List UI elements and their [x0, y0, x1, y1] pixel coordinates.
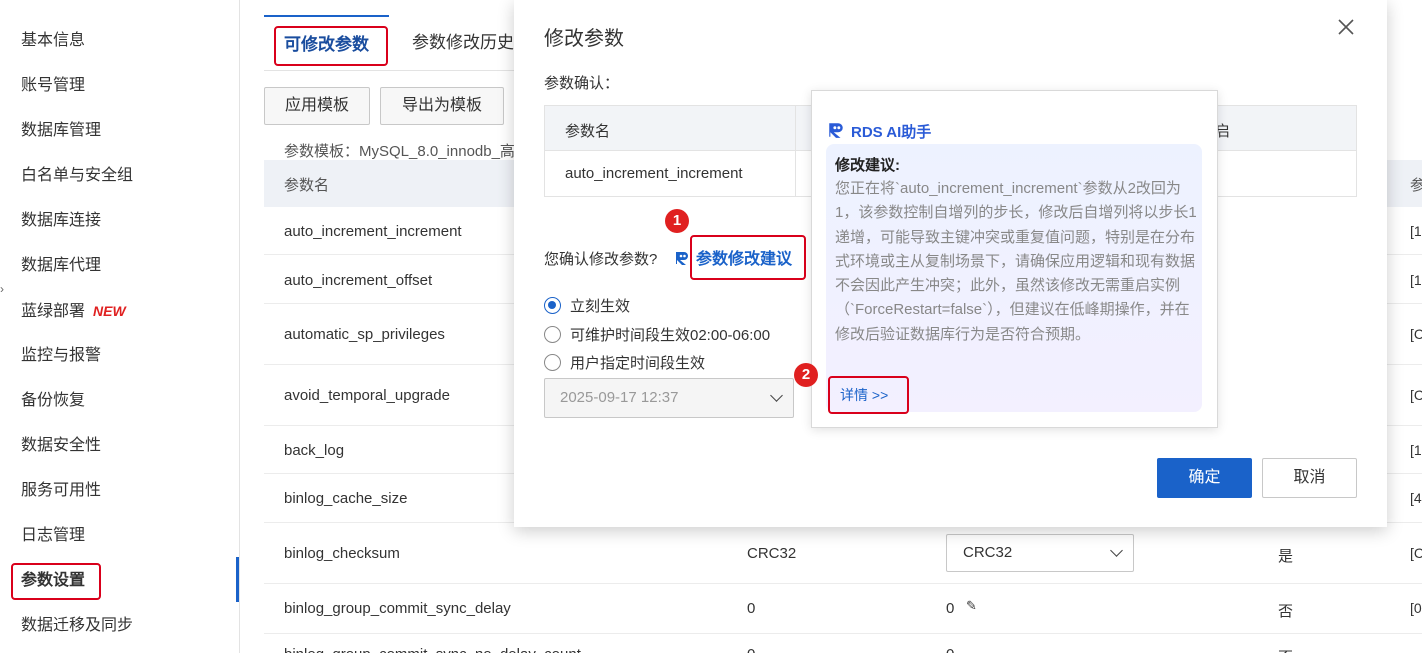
sidebar-item-label: 数据安全性 — [21, 437, 102, 454]
confirm-question: 您确认修改参数? — [544, 251, 658, 268]
chevron-down-icon — [770, 389, 783, 402]
ai-assistant-title: RDS AI助手 — [851, 124, 932, 141]
radio-unchecked-icon — [544, 354, 561, 371]
suggestion-title: 修改建议: — [835, 157, 900, 174]
radio-label: 立刻生效 — [570, 298, 631, 315]
confirm-param-value: auto_increment_increment — [565, 165, 743, 182]
datetime-value: 2025-09-17 12:37 — [560, 389, 679, 406]
sidebar-item-monitoring[interactable]: 监控与报警 — [21, 344, 101, 368]
sidebar-item-logs[interactable]: 日志管理 — [21, 524, 85, 548]
rds-ai-logo-icon — [676, 252, 688, 265]
dialog-title: 修改参数 — [544, 28, 624, 50]
ai-assistant-header: RDS AI助手 — [827, 121, 931, 142]
radio-label: 可维护时间段生效02:00-06:00 — [570, 327, 771, 344]
sidebar-item-label: 数据库连接 — [21, 212, 102, 229]
cancel-button[interactable]: 取消 — [1262, 458, 1357, 498]
sidebar-item-label: 基本信息 — [21, 32, 86, 49]
sidebar-item-databases[interactable]: 数据库管理 — [21, 119, 101, 143]
annotation-badge-1: 1 — [665, 209, 689, 233]
radio-immediate[interactable]: 立刻生效 — [544, 295, 630, 316]
sidebar-item-basic-info[interactable]: 基本信息 — [21, 29, 85, 53]
sidebar-item-label: 数据库管理 — [21, 122, 102, 139]
highlight-box-ai-link — [690, 235, 806, 280]
sidebar-item-label: 服务可用性 — [21, 482, 102, 499]
sidebar-item-label: 备份恢复 — [21, 392, 86, 409]
highlight-box-parameters — [11, 563, 101, 600]
suggestion-text: 您正在将`auto_increment_increment`参数从2改回为1，该… — [835, 180, 1197, 343]
sidebar-item-whitelist[interactable]: 白名单与安全组 — [21, 164, 133, 188]
sidebar-item-label: 蓝绿部署 — [21, 303, 86, 320]
annotation-badge-2: 2 — [794, 363, 818, 387]
col-param-name: 参数名 — [565, 123, 611, 140]
datetime-select[interactable]: 2025-09-17 12:37 — [544, 378, 794, 418]
sidebar-item-availability[interactable]: 服务可用性 — [21, 479, 101, 503]
radio-label: 用户指定时间段生效 — [570, 355, 706, 372]
confirm-label: 参数确认： — [544, 75, 620, 92]
sidebar: › 基本信息 账号管理 数据库管理 白名单与安全组 数据库连接 数据库代理 蓝绿… — [0, 0, 240, 653]
sidebar-item-blue-green[interactable]: 蓝绿部署 NEW — [21, 299, 126, 323]
sidebar-item-label: 监控与报警 — [21, 347, 102, 364]
sidebar-item-backup[interactable]: 备份恢复 — [21, 389, 85, 413]
rds-ai-logo-icon — [829, 123, 843, 138]
sidebar-item-label: 白名单与安全组 — [21, 167, 134, 184]
column-divider — [795, 106, 796, 196]
ai-assistant-popover: RDS AI助手 修改建议: 您正在将`auto_increment_incre… — [794, 90, 1218, 428]
sidebar-item-label: 账号管理 — [21, 77, 86, 94]
sidebar-item-migration[interactable]: 数据迁移及同步 — [21, 614, 133, 638]
radio-custom-time[interactable]: 用户指定时间段生效 — [544, 352, 705, 373]
sidebar-item-proxy[interactable]: 数据库代理 — [21, 254, 101, 278]
collapse-handle-icon[interactable]: › — [0, 275, 8, 303]
radio-maintenance-window[interactable]: 可维护时间段生效02:00-06:00 — [544, 324, 770, 345]
highlight-box-details — [828, 376, 909, 414]
sidebar-item-label: 数据库代理 — [21, 257, 102, 274]
suggestion-card: 修改建议: 您正在将`auto_increment_increment`参数从2… — [826, 144, 1202, 412]
radio-checked-icon — [544, 297, 561, 314]
sidebar-active-indicator — [236, 557, 239, 602]
radio-unchecked-icon — [544, 326, 561, 343]
sidebar-item-label: 数据迁移及同步 — [21, 617, 134, 634]
sidebar-item-label: 日志管理 — [21, 527, 86, 544]
confirm-button[interactable]: 确定 — [1157, 458, 1252, 498]
sidebar-item-accounts[interactable]: 账号管理 — [21, 74, 85, 98]
new-badge: NEW — [93, 303, 126, 319]
sidebar-item-connection[interactable]: 数据库连接 — [21, 209, 101, 233]
sidebar-item-security[interactable]: 数据安全性 — [21, 434, 101, 458]
close-icon[interactable] — [1337, 18, 1355, 36]
